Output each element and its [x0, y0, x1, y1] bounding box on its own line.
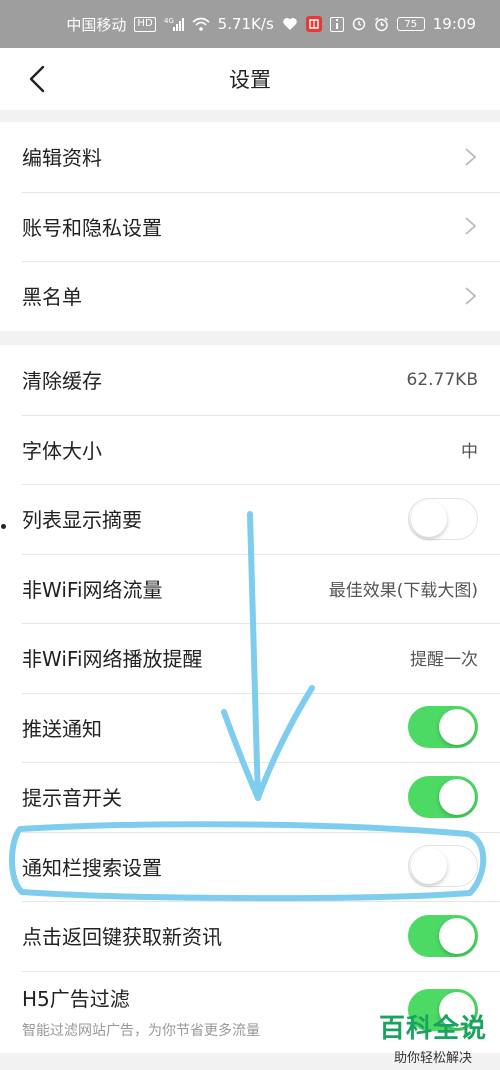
blacklist-row[interactable]: 黑名单 — [0, 261, 500, 331]
back-key-refresh-toggle[interactable] — [408, 914, 478, 957]
annotation-dot — [1, 524, 6, 529]
account-privacy-label: 账号和隐私设置 — [22, 215, 162, 240]
push-notification-label: 推送通知 — [22, 716, 102, 741]
non-wifi-traffic-value: 最佳效果(下载大图) — [328, 580, 478, 601]
notification-search-toggle[interactable] — [408, 845, 478, 888]
battery-icon: 75 — [396, 17, 425, 31]
sync-icon — [352, 17, 366, 31]
signal-icon: 4G — [164, 17, 184, 31]
font-size-label: 字体大小 — [22, 438, 102, 463]
general-settings-group: 清除缓存 62.77KB 字体大小 中 列表显示摘要 非WiFi网络流量 最佳效… — [0, 345, 500, 1053]
hd-badge: HD — [134, 16, 156, 32]
toggle-knob — [439, 778, 475, 815]
font-size-row[interactable]: 字体大小 中 — [0, 414, 500, 485]
chevron-right-icon — [464, 286, 478, 306]
non-wifi-playback-row[interactable]: 非WiFi网络播放提醒 提醒一次 — [0, 623, 500, 693]
page-title: 设置 — [229, 68, 271, 92]
h5-ad-filter-description: 智能过滤网站广告，为你节省更多流量 — [22, 1023, 260, 1039]
notification-search-label: 通知栏搜索设置 — [22, 855, 162, 880]
toggle-knob — [439, 917, 475, 954]
cache-size-value: 62.77KB — [406, 369, 478, 390]
carrier-label: 中国移动 — [66, 15, 127, 34]
list-summary-label: 列表显示摘要 — [22, 508, 142, 533]
heart-icon — [282, 17, 298, 31]
push-notification-row: 推送通知 — [0, 692, 500, 763]
status-bar: 中国移动 HD 4G 5.71K/s 75 19:09 — [0, 0, 500, 48]
account-privacy-row[interactable]: 账号和隐私设置 — [0, 191, 500, 262]
clear-cache-row[interactable]: 清除缓存 62.77KB — [0, 345, 500, 415]
chevron-right-icon — [464, 216, 478, 236]
toggle-knob — [439, 709, 475, 746]
back-button[interactable] — [22, 64, 52, 94]
edit-profile-row[interactable]: 编辑资料 — [0, 122, 500, 192]
watermark: 百科全说 助你轻松解决 — [374, 1008, 492, 1066]
font-size-value: 中 — [461, 441, 478, 462]
non-wifi-traffic-label: 非WiFi网络流量 — [22, 577, 163, 602]
h5-ad-filter-label: H5广告过滤 — [22, 987, 130, 1011]
wifi-icon — [192, 17, 210, 31]
list-summary-row: 列表显示摘要 — [0, 484, 500, 554]
profile-settings-group: 编辑资料 账号和隐私设置 黑名单 — [0, 122, 500, 331]
info-app-icon — [329, 16, 344, 32]
header-bar: 设置 — [0, 48, 500, 110]
toggle-knob — [411, 848, 447, 885]
back-key-refresh-label: 点击返回键获取新资讯 — [22, 925, 222, 950]
list-summary-toggle[interactable] — [408, 497, 478, 540]
network-speed: 5.71K/s — [217, 15, 274, 33]
svg-text:4G: 4G — [164, 17, 174, 25]
watermark-subtitle: 助你轻松解决 — [393, 1051, 472, 1066]
non-wifi-traffic-row[interactable]: 非WiFi网络流量 最佳效果(下载大图) — [0, 553, 500, 624]
push-notification-toggle[interactable] — [408, 706, 478, 749]
alarm-icon — [374, 16, 389, 32]
edit-profile-label: 编辑资料 — [22, 146, 102, 171]
toggle-knob — [411, 500, 447, 537]
non-wifi-playback-label: 非WiFi网络播放提醒 — [22, 647, 203, 672]
watermark-title: 百科全说 — [378, 1014, 487, 1044]
blacklist-label: 黑名单 — [22, 285, 82, 310]
notification-search-row: 通知栏搜索设置 — [0, 831, 500, 902]
chevron-left-icon — [29, 65, 45, 93]
chevron-right-icon — [464, 147, 478, 167]
clear-cache-label: 清除缓存 — [22, 369, 102, 394]
clock: 19:09 — [432, 15, 476, 33]
book-app-icon — [305, 16, 322, 32]
non-wifi-playback-value: 提醒一次 — [410, 650, 478, 671]
sound-switch-row: 提示音开关 — [0, 762, 500, 832]
back-key-refresh-row: 点击返回键获取新资讯 — [0, 901, 500, 971]
sound-switch-label: 提示音开关 — [22, 786, 122, 811]
sound-switch-toggle[interactable] — [408, 775, 478, 818]
